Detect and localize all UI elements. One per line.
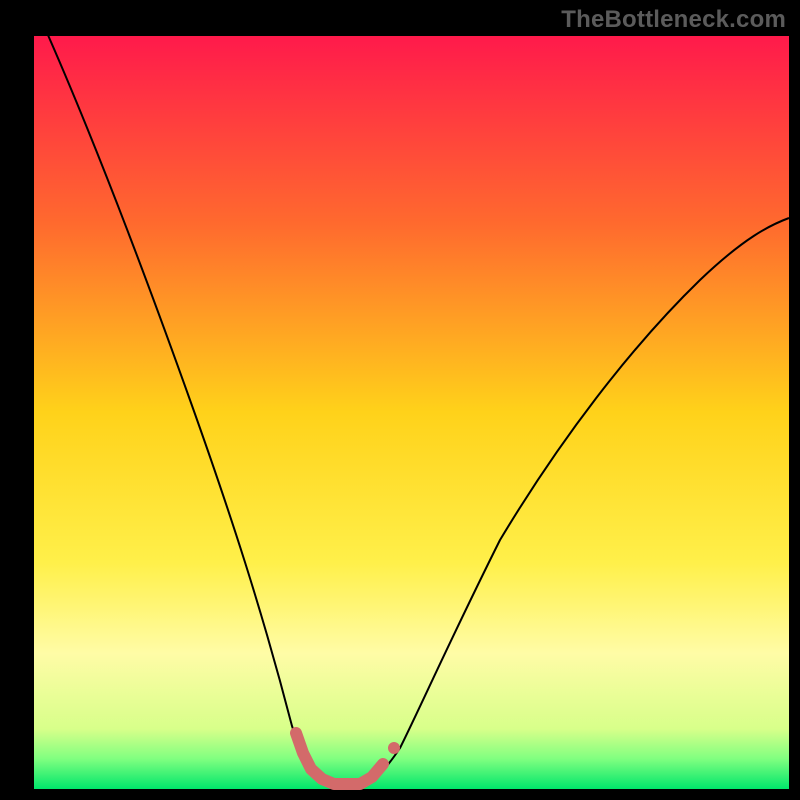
- chart-svg: [0, 0, 800, 800]
- plot-background: [34, 36, 789, 789]
- chart-frame: TheBottleneck.com: [0, 0, 800, 800]
- optimal-band-end-dot: [388, 742, 400, 754]
- watermark-text: TheBottleneck.com: [561, 6, 786, 34]
